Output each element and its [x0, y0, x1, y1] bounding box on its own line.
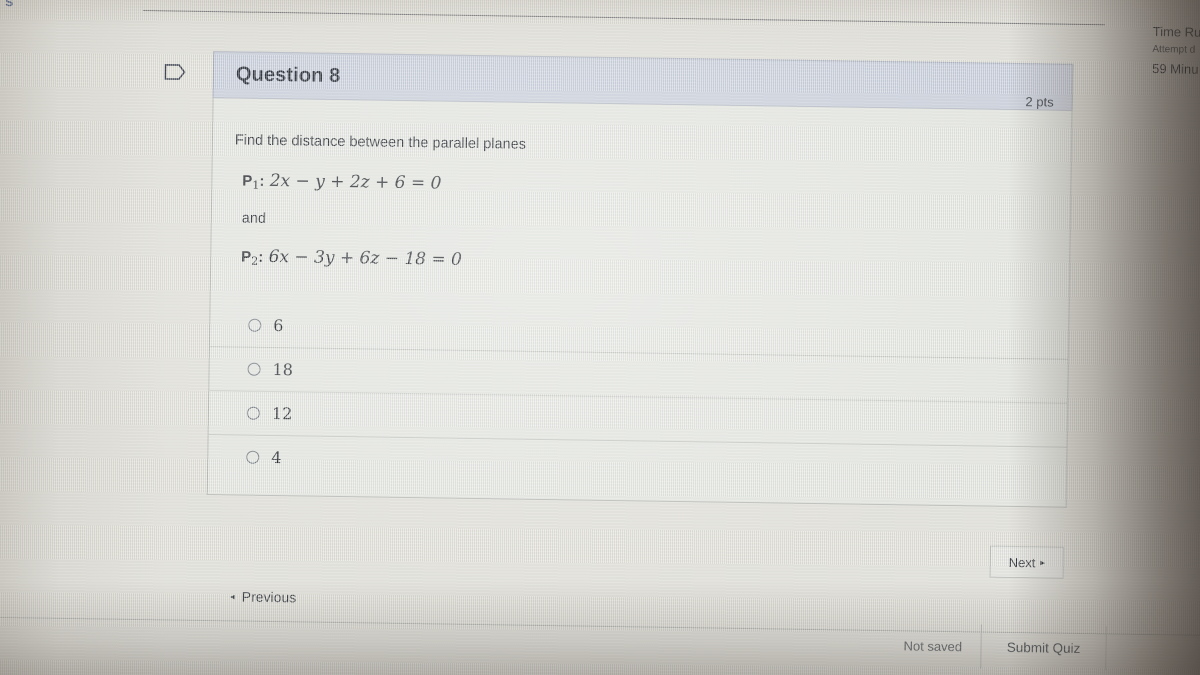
- chevron-right-icon: ▸: [1040, 556, 1046, 567]
- submit-quiz-label: Submit Quiz: [1006, 639, 1081, 656]
- next-button-label: Next: [1008, 554, 1036, 570]
- screen-surface: s Time Ru Attempt d 59 Minu Question 8 2…: [0, 0, 1200, 675]
- next-button[interactable]: Next ▸: [989, 545, 1065, 579]
- photo-frame: s Time Ru Attempt d 59 Minu Question 8 2…: [0, 0, 1200, 675]
- plane-1-colon: :: [259, 172, 265, 190]
- radio-button-icon[interactable]: [248, 318, 262, 332]
- plane-2-colon: :: [258, 248, 264, 266]
- radio-button-icon[interactable]: [247, 362, 261, 376]
- question-title: Question 8: [235, 63, 341, 87]
- plane-1-equation: P1: 2x − y + 2z + 6 = 0: [242, 171, 1048, 203]
- clipped-edge-text: s: [4, 0, 14, 11]
- top-divider: [142, 10, 1105, 26]
- answer-options: 6 18 12 4: [230, 302, 1047, 490]
- question-points: 2 pts: [1025, 94, 1054, 110]
- plane-1-expression: 2x − y + 2z + 6 = 0: [269, 170, 442, 194]
- previous-button[interactable]: ◂ Previous: [230, 588, 297, 606]
- plane-2-subscript: 2: [251, 254, 259, 268]
- answer-option-label: 4: [271, 447, 282, 467]
- page-canvas: s Time Ru Attempt d 59 Minu Question 8 2…: [0, 0, 1200, 675]
- radio-button-icon[interactable]: [246, 406, 261, 420]
- plane-2-equation: P2: 6x − 3y + 6z − 18 = 0: [241, 247, 1047, 279]
- time-remaining-value: 59 Minu: [1152, 61, 1199, 77]
- answer-option-label: 18: [272, 359, 294, 379]
- plane-1-subscript: 1: [252, 178, 260, 192]
- attempt-due-label: Attempt d: [1152, 44, 1196, 56]
- chevron-left-icon: ◂: [230, 590, 235, 601]
- radio-button-icon[interactable]: [246, 450, 260, 464]
- question-card: Question 8 2 pts Find the distance betwe…: [206, 51, 1074, 508]
- timer-panel: Time Ru Attempt d 59 Minu: [1152, 24, 1200, 78]
- previous-button-label: Previous: [241, 588, 297, 606]
- answer-option-label: 6: [273, 315, 284, 335]
- plane-2-expression: 6x − 3y + 6z − 18 = 0: [268, 246, 463, 270]
- submit-quiz-button[interactable]: Submit Quiz: [980, 624, 1107, 671]
- question-prompt: Find the distance between the parallel p…: [234, 132, 527, 153]
- equation-conjunction: and: [241, 210, 267, 227]
- question-body: Find the distance between the parallel p…: [208, 98, 1072, 491]
- time-running-label: Time Ru: [1152, 24, 1200, 40]
- plane-2-label: P: [241, 248, 252, 266]
- save-status: Not saved: [903, 638, 963, 655]
- plane-1-label: P: [242, 172, 253, 190]
- flag-tag-icon[interactable]: [164, 63, 186, 80]
- answer-option-label: 12: [271, 403, 293, 423]
